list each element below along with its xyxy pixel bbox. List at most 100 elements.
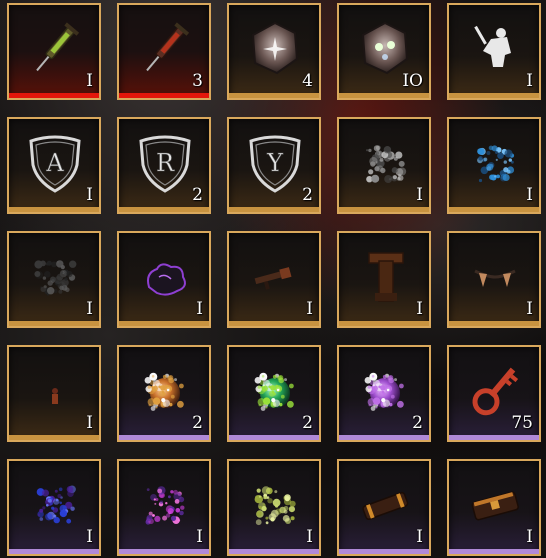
inventory-slot[interactable]: I	[227, 231, 321, 328]
purple-outline-debris-icon	[147, 263, 186, 296]
rarity-bar	[449, 207, 539, 212]
item-count: I	[86, 71, 93, 91]
item-count: 4	[302, 71, 313, 91]
inventory-slot[interactable]: I	[117, 459, 211, 556]
inventory-slot[interactable]: I	[7, 231, 101, 328]
inventory-slot[interactable]: I	[7, 3, 101, 100]
inventory-slot[interactable]: I	[7, 345, 101, 442]
inventory-slot[interactable]: I	[117, 231, 211, 328]
syringe-red-icon	[146, 22, 190, 72]
rarity-bar	[339, 549, 429, 554]
rarity-bar	[449, 435, 539, 440]
rarity-bar	[119, 549, 209, 554]
inventory-slot[interactable]: I	[337, 231, 431, 328]
rarity-bar	[9, 321, 99, 326]
broken-weapon-icon	[254, 267, 292, 290]
small-figure-icon	[52, 388, 58, 404]
inventory-slot[interactable]: I	[447, 117, 541, 214]
inventory-slot[interactable]: IO	[337, 3, 431, 100]
blue-dust-icon	[36, 485, 76, 524]
inventory-grid: I 3 4 IO I AI R2 Y2III I I I I I 2 2 2 7…	[7, 3, 541, 556]
dark-ash-icon	[34, 260, 77, 296]
item-count: I	[526, 185, 533, 205]
inventory-slot[interactable]: 2	[117, 345, 211, 442]
rarity-bar	[339, 435, 429, 440]
rarity-bar	[9, 93, 99, 98]
item-count: I	[526, 527, 533, 547]
inventory-slot[interactable]: R2	[117, 117, 211, 214]
yellow-green-dust-icon	[254, 486, 296, 526]
item-count: I	[306, 299, 313, 319]
green-orb-icon	[254, 372, 294, 411]
wooden-post-icon	[368, 252, 404, 302]
item-count: I	[196, 299, 203, 319]
inventory-slot[interactable]: 3	[117, 3, 211, 100]
item-count: 2	[192, 185, 203, 205]
fangs-icon	[474, 269, 516, 287]
chest-icon	[471, 491, 519, 521]
shield-letter-text: Y	[266, 149, 284, 177]
rarity-bar	[229, 321, 319, 326]
item-count: I	[416, 299, 423, 319]
rarity-bar	[449, 549, 539, 554]
inventory-slot[interactable]: 2	[337, 345, 431, 442]
rarity-bar	[119, 321, 209, 326]
inventory-slot[interactable]: 75	[447, 345, 541, 442]
grey-dust-icon	[366, 145, 407, 183]
inventory-screen: I 3 4 IO I AI R2 Y2III I I I I I 2 2 2 7…	[0, 0, 546, 558]
rarity-bar	[119, 93, 209, 98]
item-count: I	[526, 299, 533, 319]
purple-orb-icon	[364, 372, 404, 411]
inventory-slot[interactable]: I	[337, 459, 431, 556]
shield-letter-icon: Y	[249, 135, 301, 193]
item-count: I	[306, 527, 313, 547]
pink-dust-icon	[145, 486, 185, 525]
inventory-slot[interactable]: I	[447, 459, 541, 556]
white-figure-icon	[474, 25, 511, 67]
shield-letter-icon: A	[29, 135, 81, 193]
rarity-bar	[339, 321, 429, 326]
crystal-geode-icon	[251, 21, 299, 75]
rarity-bar	[119, 435, 209, 440]
item-count: IO	[402, 71, 423, 91]
shield-letter-icon: R	[139, 135, 191, 193]
shield-letter-text: R	[156, 149, 175, 177]
inventory-slot[interactable]: AI	[7, 117, 101, 214]
inventory-slot[interactable]: I	[227, 459, 321, 556]
rarity-bar	[119, 207, 209, 212]
inventory-slot[interactable]: I	[337, 117, 431, 214]
inventory-slot[interactable]: 4	[227, 3, 321, 100]
inventory-slot[interactable]: Y2	[227, 117, 321, 214]
item-count: I	[196, 527, 203, 547]
inventory-slot[interactable]: I	[447, 3, 541, 100]
item-count: 2	[192, 413, 203, 433]
rarity-bar	[229, 207, 319, 212]
item-count: I	[86, 299, 93, 319]
rarity-bar	[339, 93, 429, 98]
item-count: 3	[192, 71, 203, 91]
item-count: 2	[302, 413, 313, 433]
rarity-bar	[449, 93, 539, 98]
item-count: I	[416, 185, 423, 205]
item-count: I	[86, 413, 93, 433]
rarity-bar	[229, 549, 319, 554]
item-count: I	[86, 527, 93, 547]
inventory-slot[interactable]: I	[7, 459, 101, 556]
syringe-green-icon	[36, 22, 80, 72]
inventory-slot[interactable]: I	[447, 231, 541, 328]
rarity-bar	[9, 549, 99, 554]
shield-letter-text: A	[45, 149, 64, 177]
item-count: 2	[412, 413, 423, 433]
blue-crystal-dust-icon	[477, 145, 515, 183]
item-count: I	[86, 185, 93, 205]
inventory-slot[interactable]: 2	[227, 345, 321, 442]
item-count: 2	[302, 185, 313, 205]
rarity-bar	[449, 321, 539, 326]
item-count: 75	[511, 413, 533, 433]
rarity-bar	[9, 207, 99, 212]
rarity-bar	[229, 93, 319, 98]
item-count: I	[526, 71, 533, 91]
rarity-bar	[339, 207, 429, 212]
scroll-case-icon	[362, 491, 409, 520]
orange-orb-icon	[144, 372, 184, 411]
